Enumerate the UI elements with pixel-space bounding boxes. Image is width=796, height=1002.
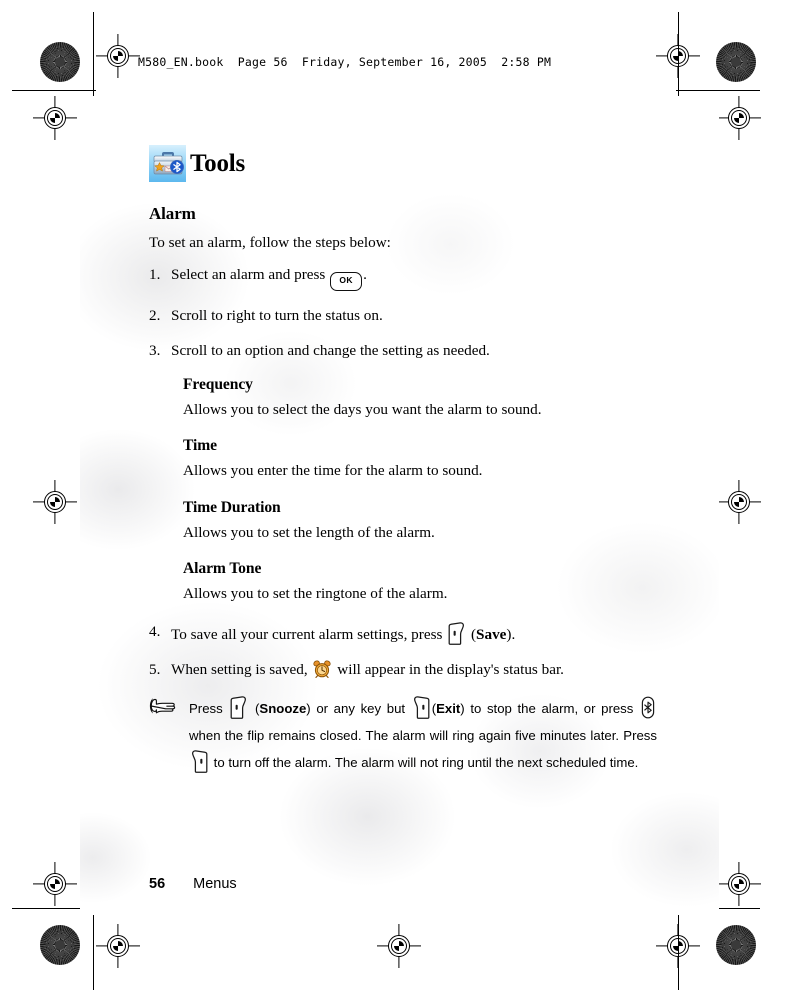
step-number: 2. — [149, 307, 161, 325]
steps-list-continued: 4. To save all your current alarm settin… — [149, 622, 657, 680]
step-text: Select an alarm and press — [171, 266, 326, 284]
option-frequency: Frequency Allows you to select the days … — [183, 376, 657, 419]
option-alarm-tone: Alarm Tone Allows you to set the rington… — [183, 560, 657, 603]
crop-line-bottom-right-vertical — [678, 906, 680, 990]
right-softkey-icon — [191, 749, 208, 773]
softkey-label-snooze: Snooze — [259, 700, 307, 716]
step-number: 4. — [149, 622, 161, 640]
step-text: When setting is saved, — [171, 660, 308, 678]
registration-target-left-lower — [33, 862, 77, 906]
side-bluetooth-key-icon — [641, 696, 655, 719]
manual-page: Tools Alarm To set an alarm, follow the … — [80, 97, 719, 915]
pointing-hand-icon — [149, 697, 177, 715]
toolbox-bluetooth-icon — [149, 145, 186, 182]
left-softkey-icon — [230, 695, 247, 719]
steps-list: 1. Select an alarm and press OK. 2. Scro… — [149, 265, 657, 361]
option-desc: Allows you to select the days you want t… — [183, 400, 542, 418]
registration-target-top-left-inner — [96, 34, 140, 78]
option-time: Time Allows you enter the time for the a… — [183, 437, 657, 480]
note-text-4: when the flip remains closed. The alarm … — [189, 727, 657, 743]
rosette-mark-top-right — [716, 42, 756, 82]
step-number: 3. — [149, 342, 161, 360]
option-name: Time Duration — [183, 498, 281, 516]
step-number: 5. — [149, 660, 161, 678]
page-footer: 56 Menus — [149, 876, 237, 892]
note-text-3: ) to stop the alarm, or press — [460, 700, 634, 716]
crop-line-bottom-left-vertical — [93, 906, 95, 990]
list-item: 2. Scroll to right to turn the status on… — [149, 306, 657, 326]
crop-line-left-vertical — [93, 12, 95, 96]
softkey-label-exit: Exit — [436, 700, 461, 716]
registration-target-left-upper — [33, 96, 77, 140]
crop-line-right-vertical — [678, 12, 680, 96]
option-desc: Allows you enter the time for the alarm … — [183, 462, 483, 480]
option-time-duration: Time Duration Allows you to set the leng… — [183, 499, 657, 542]
registration-target-bottom-center — [377, 924, 421, 968]
registration-target-bottom-right-inner — [656, 924, 700, 968]
note-text-5: to turn off the alarm. The alarm will no… — [213, 754, 639, 770]
step-text-after: ). — [506, 625, 516, 643]
option-name: Alarm Tone — [183, 560, 262, 578]
alarm-clock-icon — [313, 660, 332, 678]
rosette-mark-top-left — [40, 42, 80, 82]
step-text: Scroll to right to turn the status on. — [171, 307, 383, 325]
registration-target-right-lower — [717, 862, 761, 906]
option-name: Time — [183, 437, 217, 455]
section-intro: To set an alarm, follow the steps below: — [149, 234, 391, 251]
list-item: 5. When setting is saved, will appear in… — [149, 660, 657, 680]
step-text-after: will appear in the display's status bar. — [337, 660, 564, 678]
right-softkey-icon — [413, 695, 430, 719]
registration-target-right-upper — [717, 96, 761, 140]
rosette-mark-bottom-left — [40, 925, 80, 965]
section-heading-alarm: Alarm — [149, 204, 196, 223]
list-item: 1. Select an alarm and press OK. — [149, 265, 657, 292]
page-content: Tools Alarm To set an alarm, follow the … — [149, 145, 657, 776]
rosette-mark-bottom-right — [716, 925, 756, 965]
registration-target-top-right-inner — [656, 34, 700, 78]
left-softkey-icon — [448, 622, 465, 645]
registration-target-bottom-left-inner — [96, 924, 140, 968]
option-name: Frequency — [183, 375, 253, 393]
note-block: Press (Snooze) or any key but (Exit) to … — [149, 695, 657, 776]
step-text: To save all your current alarm settings,… — [171, 625, 443, 643]
list-item: 3. Scroll to an option and change the se… — [149, 341, 657, 361]
softkey-label-save: Save — [476, 625, 507, 643]
crop-line-top-left-horizontal — [12, 90, 96, 92]
note-text-2: ) or any key but — [306, 700, 406, 716]
chapter-title: Tools — [190, 150, 246, 177]
registration-target-left-middle — [33, 480, 77, 524]
ok-key-icon: OK — [330, 272, 363, 292]
crop-line-top-right-horizontal — [676, 90, 760, 92]
chapter-header: Tools — [149, 145, 657, 182]
footer-section-label: Menus — [193, 876, 237, 892]
step-text: Scroll to an option and change the setti… — [171, 342, 490, 360]
option-desc: Allows you to set the length of the alar… — [183, 523, 435, 541]
step-text-after: . — [363, 266, 367, 284]
step-number: 1. — [149, 266, 161, 284]
option-desc: Allows you to set the ringtone of the al… — [183, 585, 448, 603]
note-text-1: Press — [189, 700, 223, 716]
registration-target-right-middle — [717, 480, 761, 524]
book-page-stamp: M580_EN.book Page 56 Friday, September 1… — [138, 55, 552, 69]
page-number: 56 — [149, 876, 166, 892]
list-item: 4. To save all your current alarm settin… — [149, 622, 657, 645]
